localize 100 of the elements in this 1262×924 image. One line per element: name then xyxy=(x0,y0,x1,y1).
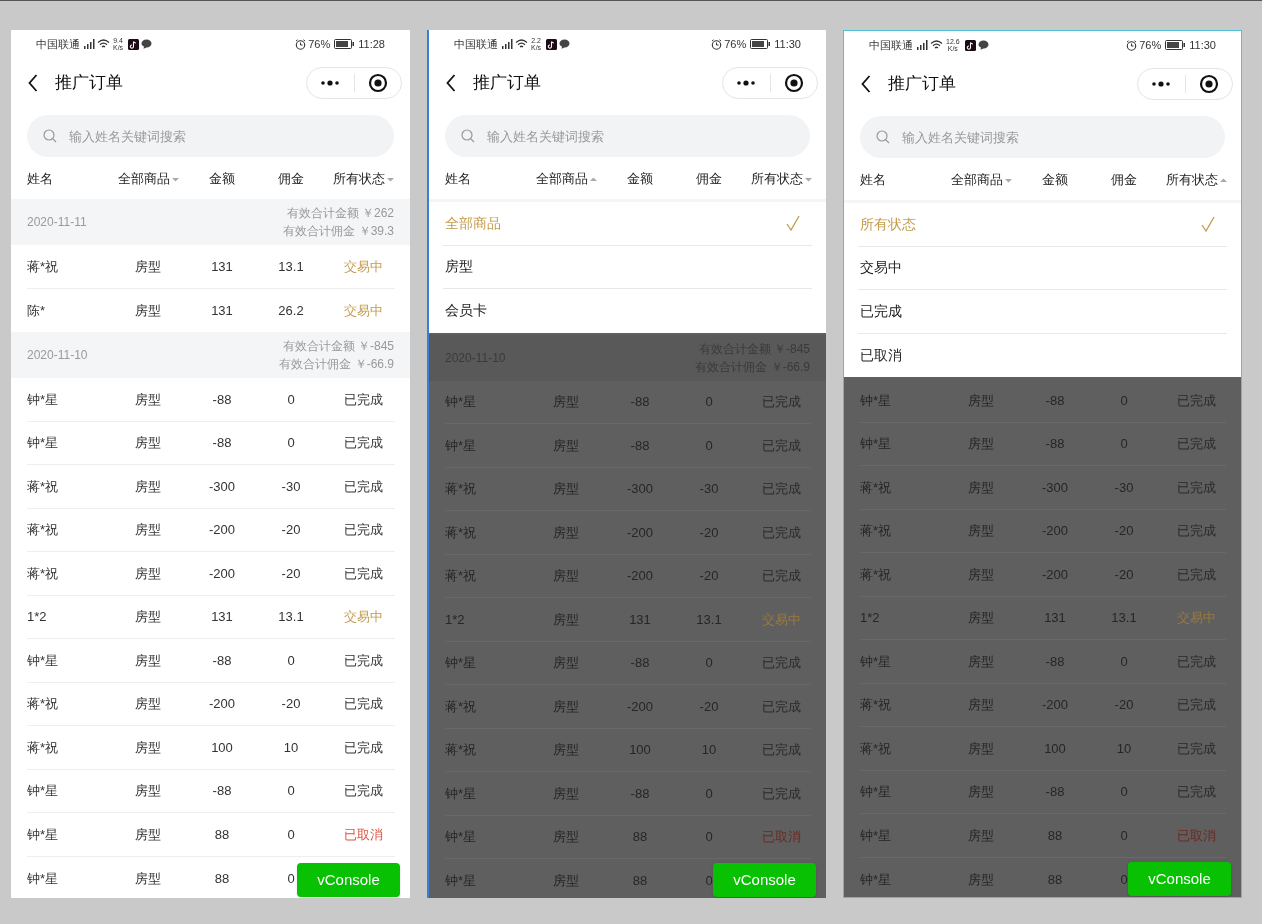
table-cell: 房型 xyxy=(135,652,161,668)
filter-dropdown[interactable]: 所有状态 xyxy=(750,169,812,189)
signal-icon xyxy=(915,40,928,50)
order-status: 已完成 xyxy=(343,435,383,450)
page-title: 推广订单 xyxy=(473,72,541,95)
table-cell: 13.1 xyxy=(1111,610,1137,625)
battery-icon xyxy=(1165,40,1186,50)
table-cell: -88 xyxy=(1045,436,1065,451)
search-icon xyxy=(461,129,475,143)
table-cell: 钟*星 xyxy=(860,784,892,799)
table-cell: 房型 xyxy=(135,435,161,450)
table-cell: 房型 xyxy=(135,696,161,711)
table-cell: 0 xyxy=(1120,653,1128,669)
search-field[interactable]: 输入姓名关键词搜索 xyxy=(27,115,394,157)
search-field[interactable]: 输入姓名关键词搜索 xyxy=(860,116,1225,158)
order-status: 已完成 xyxy=(343,565,383,581)
table-cell: -20 xyxy=(281,696,301,711)
table-cell: 钟*星 xyxy=(445,785,477,801)
table-cell: 钟*星 xyxy=(27,870,59,886)
chat-bubble-icon xyxy=(977,40,989,50)
table-cell: 房型 xyxy=(135,522,161,537)
filter-dropdown[interactable]: 所有状态 xyxy=(1165,170,1227,190)
column-header: 姓名 xyxy=(445,170,471,189)
table-cell: 0 xyxy=(705,394,713,409)
search-field[interactable]: 输入姓名关键词搜索 xyxy=(445,115,810,157)
dropdown-option[interactable]: 会员卡 xyxy=(443,289,812,333)
filter-dropdown[interactable]: 全部商品 xyxy=(950,170,1012,190)
table-cell: -30 xyxy=(699,481,719,496)
target-icon xyxy=(783,73,804,93)
table-cell: -88 xyxy=(1045,392,1065,408)
table-cell: -88 xyxy=(212,783,232,798)
dropdown-option[interactable]: 交易中 xyxy=(858,246,1227,290)
battery-percent: 76% xyxy=(1139,37,1162,53)
table-cell: -300 xyxy=(1042,479,1068,495)
chat-bubble-icon xyxy=(559,39,571,49)
filter-dropdown[interactable]: 所有状态 xyxy=(332,169,394,189)
table-cell: 100 xyxy=(211,739,233,755)
table-cell: 1*2 xyxy=(27,609,47,624)
table-cell: 13.1 xyxy=(278,258,304,274)
order-status: 交易中 xyxy=(343,302,383,318)
order-status: 已取消 xyxy=(761,829,801,844)
table-cell: -88 xyxy=(212,391,232,407)
battery-icon xyxy=(750,39,771,49)
table-cell: -200 xyxy=(209,696,235,711)
wifi-icon xyxy=(930,40,943,50)
filter-dropdown[interactable]: 全部商品 xyxy=(535,169,597,189)
order-status: 已完成 xyxy=(343,652,383,668)
group-date: 2020-11-10 xyxy=(27,347,88,364)
order-status: 已完成 xyxy=(343,783,383,798)
music-note-icon xyxy=(546,38,558,50)
order-status: 已完成 xyxy=(343,739,383,755)
table-cell: 房型 xyxy=(135,870,161,886)
back-icon xyxy=(861,75,871,93)
carrier-label: 中国联通 xyxy=(869,37,913,53)
table-cell: 蒋*祝 xyxy=(27,696,59,711)
chat-bubble-icon xyxy=(141,39,153,49)
table-cell: -20 xyxy=(699,524,719,540)
battery-percent: 76% xyxy=(724,36,747,52)
music-note-icon xyxy=(964,39,976,51)
table-cell: 钟*星 xyxy=(445,873,477,888)
search-icon xyxy=(876,130,890,144)
table-cell: 13.1 xyxy=(278,609,304,624)
table-cell: 0 xyxy=(705,655,713,670)
dropdown-option[interactable]: 房型 xyxy=(443,245,812,289)
column-header: 佣金 xyxy=(696,170,722,189)
dropdown-option[interactable]: 已完成 xyxy=(858,290,1227,334)
table-cell: -20 xyxy=(699,698,719,714)
table-cell: -88 xyxy=(630,785,650,801)
order-status: 已完成 xyxy=(343,696,383,711)
table-cell: -200 xyxy=(627,568,653,583)
table-cell: 钟*星 xyxy=(860,436,892,451)
table-cell: 88 xyxy=(214,826,230,842)
more-icon xyxy=(1151,81,1172,87)
table-cell: 1*2 xyxy=(860,610,880,625)
filter-dropdown[interactable]: 全部商品 xyxy=(117,169,179,189)
carrier-label: 中国联通 xyxy=(454,36,498,52)
order-status: 已取消 xyxy=(343,826,383,842)
table-cell: 钟*星 xyxy=(860,827,892,843)
table-cell: 10 xyxy=(283,739,299,755)
table-cell: 钟*星 xyxy=(445,394,477,409)
table-cell: -200 xyxy=(627,524,653,540)
table-cell: 钟*星 xyxy=(445,437,477,453)
table-cell: -200 xyxy=(1042,697,1068,712)
table-cell: -300 xyxy=(209,478,235,494)
table-cell: 蒋*祝 xyxy=(27,258,59,274)
battery-percent: 76% xyxy=(308,36,331,52)
total-amount: 有效合计金额 ￥262 xyxy=(286,205,394,222)
signal-icon xyxy=(500,39,513,49)
table-cell: -88 xyxy=(1045,784,1065,799)
dropdown-option[interactable]: 已取消 xyxy=(858,333,1227,377)
table-cell: 房型 xyxy=(135,783,161,798)
page-title: 推广订单 xyxy=(888,73,956,96)
wifi-icon xyxy=(97,39,110,49)
table-cell: 10 xyxy=(1116,740,1132,756)
table-cell: 房型 xyxy=(135,739,161,755)
table-cell: -20 xyxy=(1114,697,1134,712)
column-header: 姓名 xyxy=(27,170,53,189)
signal-icon xyxy=(82,39,95,49)
carrier-label: 中国联通 xyxy=(36,36,80,52)
table-cell: -200 xyxy=(209,565,235,581)
